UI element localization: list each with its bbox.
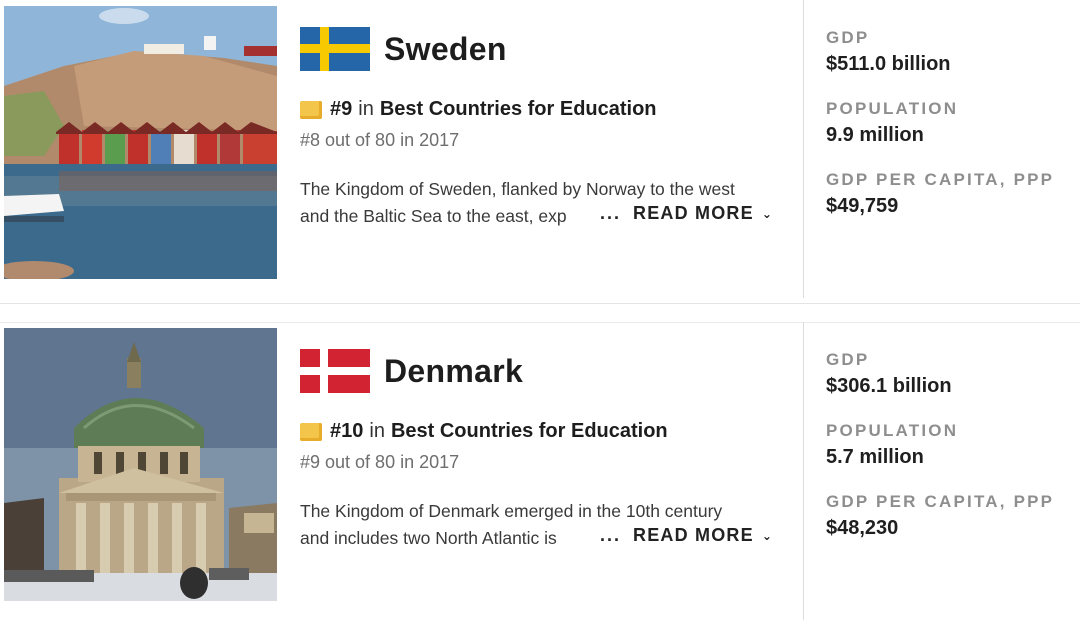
stat-label: GDP PER CAPITA, PPP xyxy=(826,492,1055,511)
ellipsis: ... xyxy=(600,203,622,223)
denmark-photo[interactable] xyxy=(4,328,277,601)
rank-category-link[interactable]: Best Countries for Education xyxy=(391,420,668,443)
read-more-label: READ MORE xyxy=(633,203,754,223)
stat-value: $306.1 billion xyxy=(826,375,952,397)
description-line-1: The Kingdom of Sweden, flanked by Norway… xyxy=(300,179,735,199)
stat-population: POPULATION 9.9 million xyxy=(826,97,1076,147)
previous-rank: #9 out of 80 in 2017 xyxy=(300,452,460,472)
stat-population: POPULATION 5.7 million xyxy=(826,419,1076,469)
rank-number: #9 xyxy=(330,98,353,120)
stats-panel: GDP $511.0 billion POPULATION 9.9 millio… xyxy=(826,26,1076,218)
country-name[interactable]: Sweden xyxy=(384,31,507,68)
chevron-down-icon: ⌄ xyxy=(761,528,774,543)
previous-rank: #8 out of 80 in 2017 xyxy=(300,130,460,150)
stat-gdp-per-capita: GDP PER CAPITA, PPP $48,230 xyxy=(826,490,1076,540)
rank-number: #10 xyxy=(330,420,364,442)
stat-gdp: GDP $511.0 billion xyxy=(826,26,1076,76)
stat-value: $48,230 xyxy=(826,517,899,539)
rank-connector: in xyxy=(358,98,374,120)
chevron-down-icon: ⌄ xyxy=(761,206,774,221)
read-more-button[interactable]: ... READ MORE ⌄ xyxy=(598,525,774,546)
rank-line: #10 in Best Countries for Education xyxy=(300,420,668,443)
stat-value: $49,759 xyxy=(826,195,899,217)
stat-label: POPULATION xyxy=(826,421,959,440)
stat-label: GDP PER CAPITA, PPP xyxy=(826,170,1055,189)
ribbon-icon xyxy=(300,422,322,441)
country-card-sweden: Sweden #9 in Best Countries for Educatio… xyxy=(0,0,1080,298)
country-card-denmark: Denmark #10 in Best Countries for Educat… xyxy=(0,322,1080,620)
vertical-divider xyxy=(803,322,804,620)
read-more-label: READ MORE xyxy=(633,525,754,545)
read-more-button[interactable]: ... READ MORE ⌄ xyxy=(598,203,774,224)
stat-value: $511.0 billion xyxy=(826,53,951,75)
country-name[interactable]: Denmark xyxy=(384,353,523,390)
rank-line: #9 in Best Countries for Education xyxy=(300,98,657,121)
stat-label: POPULATION xyxy=(826,99,959,118)
stat-gdp: GDP $306.1 billion xyxy=(826,348,1076,398)
stat-value: 9.9 million xyxy=(826,124,924,146)
stat-label: GDP xyxy=(826,28,870,47)
ellipsis: ... xyxy=(600,525,622,545)
stat-label: GDP xyxy=(826,350,870,369)
ribbon-icon xyxy=(300,100,322,119)
sweden-flag-icon xyxy=(300,27,370,71)
stat-gdp-per-capita: GDP PER CAPITA, PPP $49,759 xyxy=(826,168,1076,218)
rank-connector: in xyxy=(369,420,385,442)
stats-panel: GDP $306.1 billion POPULATION 5.7 millio… xyxy=(826,348,1076,540)
stat-value: 5.7 million xyxy=(826,446,924,468)
card-separator xyxy=(0,303,1080,304)
rank-category-link[interactable]: Best Countries for Education xyxy=(380,98,657,121)
vertical-divider xyxy=(803,0,804,298)
denmark-flag-icon xyxy=(300,349,370,393)
description-line-1: The Kingdom of Denmark emerged in the 10… xyxy=(300,501,723,521)
sweden-photo[interactable] xyxy=(4,6,277,279)
